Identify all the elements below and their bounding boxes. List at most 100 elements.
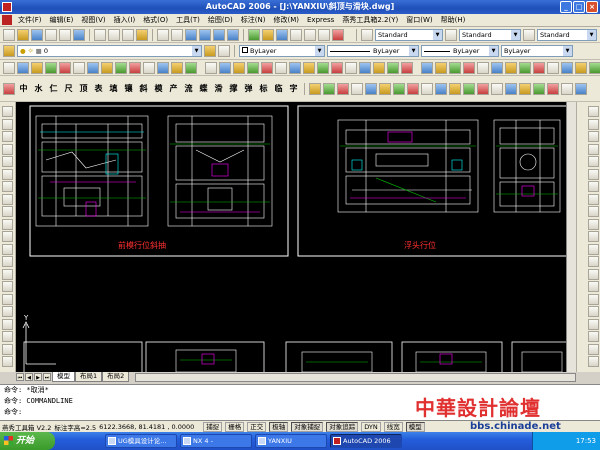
redo-icon[interactable] <box>171 28 183 41</box>
help-icon[interactable] <box>332 28 344 41</box>
tool-icon[interactable] <box>575 61 587 74</box>
task-ug-forum[interactable]: UG模具设计论... <box>105 434 177 448</box>
yanxiu-btn-shui[interactable]: 水 <box>32 82 45 95</box>
publish-icon[interactable] <box>73 28 85 41</box>
tool-icon[interactable] <box>247 61 259 74</box>
dimension-tool-icon[interactable] <box>351 82 363 95</box>
tool-icon[interactable] <box>101 61 113 74</box>
menu-help[interactable]: 帮助(H) <box>437 14 470 27</box>
tab-layout2[interactable]: 布局2 <box>102 372 130 382</box>
yanxiu-btn-die[interactable]: 蝶 <box>197 82 210 95</box>
modify-tool-icon[interactable] <box>588 256 599 267</box>
draw-tool-icon[interactable] <box>2 156 13 167</box>
draw-tool-icon[interactable] <box>2 318 13 330</box>
modify-tool-icon[interactable] <box>588 331 599 342</box>
ortho-toggle[interactable]: 正交 <box>247 421 267 432</box>
yanxiu-btn-cheng[interactable]: 撑 <box>227 82 240 95</box>
menu-express[interactable]: Express <box>303 14 338 27</box>
yanxiu-btn-hua[interactable]: 滑 <box>212 82 225 95</box>
yanxiu-btn-tan[interactable]: 弹 <box>242 82 255 95</box>
tool-icon[interactable] <box>435 61 447 74</box>
grid-toggle[interactable]: 栅格 <box>225 421 245 432</box>
make-current-layer-icon[interactable] <box>204 45 216 57</box>
modify-tool-icon[interactable] <box>588 193 599 205</box>
lineweight-select[interactable]: ByLayer ▼ <box>421 45 499 57</box>
modify-tool-icon[interactable] <box>588 268 599 280</box>
draw-tool-icon[interactable] <box>2 256 13 267</box>
task-autocad[interactable]: AutoCAD 2006 <box>330 434 402 448</box>
task-yanxiu[interactable]: YANXIU <box>255 434 327 448</box>
lineweight-toggle[interactable]: 线宽 <box>383 421 403 432</box>
dimension-tool-icon[interactable] <box>561 82 573 95</box>
yanxiu-btn-ren[interactable]: 仁 <box>47 82 60 95</box>
print-icon[interactable] <box>45 28 57 41</box>
open-icon[interactable] <box>17 28 29 41</box>
draw-tool-icon[interactable] <box>2 206 13 217</box>
layer-manager-icon[interactable] <box>3 45 15 57</box>
draw-tool-icon[interactable] <box>2 306 13 317</box>
modify-tool-icon[interactable] <box>588 306 599 317</box>
preview-icon[interactable] <box>59 28 71 41</box>
tool-icon[interactable] <box>331 61 343 74</box>
tool-icon[interactable] <box>421 61 433 74</box>
tool-icon[interactable] <box>589 61 600 74</box>
tool-icon[interactable] <box>171 61 183 74</box>
draw-tool-icon[interactable] <box>2 243 13 255</box>
modify-tool-icon[interactable] <box>588 343 599 355</box>
tool-icon[interactable] <box>289 61 301 74</box>
tool-icon[interactable] <box>519 61 531 74</box>
draw-tool-icon[interactable] <box>2 218 13 230</box>
tool-icon[interactable] <box>505 61 517 74</box>
tool-icon[interactable] <box>73 61 85 74</box>
dimension-tool-icon[interactable] <box>365 82 377 95</box>
yanxiu-btn-biao2[interactable]: 标 <box>257 82 270 95</box>
save-icon[interactable] <box>31 28 43 41</box>
document-icon[interactable] <box>2 15 12 25</box>
dimension-tool-icon[interactable] <box>309 82 321 95</box>
tool-icon[interactable] <box>533 61 545 74</box>
yanxiu-btn-lin[interactable]: 临 <box>272 82 285 95</box>
paste-icon[interactable] <box>122 28 134 41</box>
tool-palettes-icon[interactable] <box>276 28 288 41</box>
tool-icon[interactable] <box>303 61 315 74</box>
modify-tool-icon[interactable] <box>588 218 599 230</box>
tool-icon[interactable] <box>345 61 357 74</box>
yanxiu-btn-zhong[interactable]: 中 <box>17 82 30 95</box>
dimension-tool-icon[interactable] <box>379 82 391 95</box>
dimension-tool-icon[interactable] <box>449 82 461 95</box>
dimension-tool-icon[interactable] <box>407 82 419 95</box>
linetype-select[interactable]: ByLayer ▼ <box>327 45 419 57</box>
next-tab-arrow-icon[interactable]: ▶ <box>34 373 42 381</box>
draw-tool-icon[interactable] <box>2 343 13 355</box>
maximize-button[interactable]: □ <box>573 1 585 13</box>
draw-tool-icon[interactable] <box>2 231 13 242</box>
draw-tool-icon[interactable] <box>2 268 13 280</box>
tool-icon[interactable] <box>477 61 489 74</box>
tool-icon[interactable] <box>387 61 399 74</box>
tab-layout1[interactable]: 布局1 <box>75 372 103 382</box>
yanxiu-btn-liu[interactable]: 流 <box>182 82 195 95</box>
tool-icon[interactable] <box>143 61 155 74</box>
yanxiu-btn-biao[interactable]: 表 <box>92 82 105 95</box>
modify-tool-icon[interactable] <box>588 281 599 292</box>
vertical-scrollbar[interactable] <box>566 102 576 372</box>
tool-icon[interactable] <box>261 61 273 74</box>
plotstyle-select[interactable]: ByLayer ▼ <box>501 45 573 57</box>
draw-tool-icon[interactable] <box>2 293 13 305</box>
menu-window[interactable]: 窗口(W) <box>402 14 436 27</box>
tool-icon[interactable] <box>317 61 329 74</box>
task-nx4[interactable]: NX 4 - <box>180 434 252 448</box>
dim-style-select[interactable]: Standard ▼ <box>459 28 521 41</box>
close-button[interactable]: × <box>586 1 598 13</box>
properties-icon[interactable] <box>248 28 260 41</box>
tool-icon[interactable] <box>373 61 385 74</box>
tool-icon[interactable] <box>275 61 287 74</box>
dimension-tool-icon[interactable] <box>519 82 531 95</box>
modify-tool-icon[interactable] <box>588 168 599 180</box>
modify-tool-icon[interactable] <box>588 118 599 130</box>
osnap-toggle[interactable]: 对象捕捉 <box>291 421 324 432</box>
dimension-tool-icon[interactable] <box>575 82 587 95</box>
draw-tool-icon[interactable] <box>2 131 13 142</box>
yanxiu-btn-chi[interactable]: 尺 <box>62 82 75 95</box>
draw-tool-icon[interactable] <box>2 331 13 342</box>
